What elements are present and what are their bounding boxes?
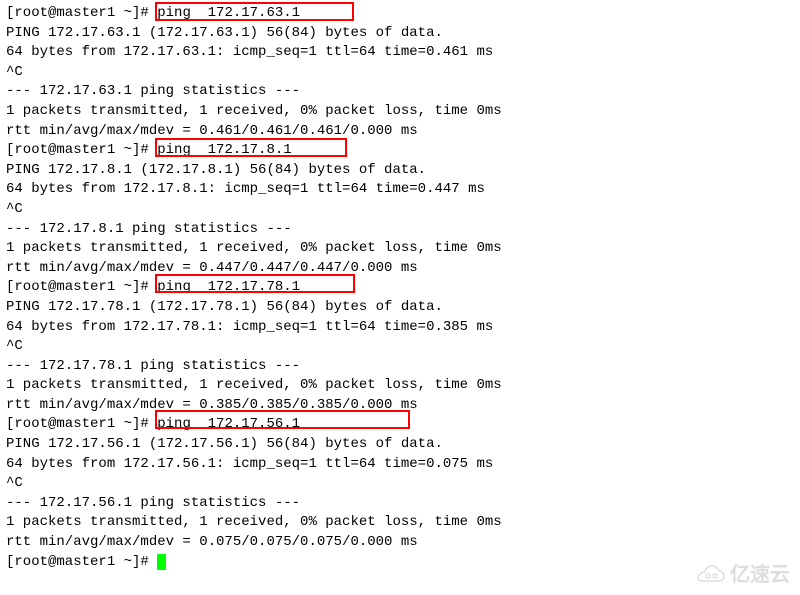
watermark-cloud-icon	[696, 565, 726, 585]
ping-command: ping 172.17.56.1	[157, 416, 300, 432]
output-line: PING 172.17.8.1 (172.17.8.1) 56(84) byte…	[6, 161, 794, 181]
command-line: [root@master1 ~]# ping 172.17.56.1	[6, 415, 794, 435]
terminal-output: [root@master1 ~]# ping 172.17.63.1PING 1…	[6, 4, 794, 572]
output-line: rtt min/avg/max/mdev = 0.447/0.447/0.447…	[6, 259, 794, 279]
shell-prompt: [root@master1 ~]#	[6, 416, 149, 432]
output-line: 64 bytes from 172.17.8.1: icmp_seq=1 ttl…	[6, 180, 794, 200]
output-line: 64 bytes from 172.17.56.1: icmp_seq=1 tt…	[6, 455, 794, 475]
watermark: 亿速云	[696, 561, 790, 589]
output-line: ^C	[6, 63, 794, 83]
output-line: 1 packets transmitted, 1 received, 0% pa…	[6, 239, 794, 259]
output-line: PING 172.17.78.1 (172.17.78.1) 56(84) by…	[6, 298, 794, 318]
output-line: 1 packets transmitted, 1 received, 0% pa…	[6, 513, 794, 533]
output-line: 64 bytes from 172.17.78.1: icmp_seq=1 tt…	[6, 318, 794, 338]
output-line: --- 172.17.78.1 ping statistics ---	[6, 357, 794, 377]
watermark-text: 亿速云	[730, 561, 790, 589]
output-line: 1 packets transmitted, 1 received, 0% pa…	[6, 102, 794, 122]
output-line: --- 172.17.8.1 ping statistics ---	[6, 220, 794, 240]
output-line: PING 172.17.56.1 (172.17.56.1) 56(84) by…	[6, 435, 794, 455]
ping-command: ping 172.17.8.1	[157, 142, 291, 158]
command-line: [root@master1 ~]# ping 172.17.8.1	[6, 141, 794, 161]
output-line: 1 packets transmitted, 1 received, 0% pa…	[6, 376, 794, 396]
shell-prompt: [root@master1 ~]#	[6, 142, 149, 158]
shell-prompt: [root@master1 ~]#	[6, 279, 149, 295]
output-line: ^C	[6, 474, 794, 494]
output-line: rtt min/avg/max/mdev = 0.461/0.461/0.461…	[6, 122, 794, 142]
shell-prompt: [root@master1 ~]#	[6, 5, 149, 21]
command-line: [root@master1 ~]# ping 172.17.63.1	[6, 4, 794, 24]
ping-command: ping 172.17.63.1	[157, 5, 300, 21]
command-line[interactable]: [root@master1 ~]#	[6, 553, 794, 573]
output-line: rtt min/avg/max/mdev = 0.385/0.385/0.385…	[6, 396, 794, 416]
command-line: [root@master1 ~]# ping 172.17.78.1	[6, 278, 794, 298]
output-line: --- 172.17.56.1 ping statistics ---	[6, 494, 794, 514]
output-line: rtt min/avg/max/mdev = 0.075/0.075/0.075…	[6, 533, 794, 553]
output-line: PING 172.17.63.1 (172.17.63.1) 56(84) by…	[6, 24, 794, 44]
output-line: ^C	[6, 337, 794, 357]
output-line: ^C	[6, 200, 794, 220]
output-line: 64 bytes from 172.17.63.1: icmp_seq=1 tt…	[6, 43, 794, 63]
cursor	[157, 554, 166, 570]
ping-command: ping 172.17.78.1	[157, 279, 300, 295]
output-line: --- 172.17.63.1 ping statistics ---	[6, 82, 794, 102]
shell-prompt: [root@master1 ~]#	[6, 554, 157, 570]
